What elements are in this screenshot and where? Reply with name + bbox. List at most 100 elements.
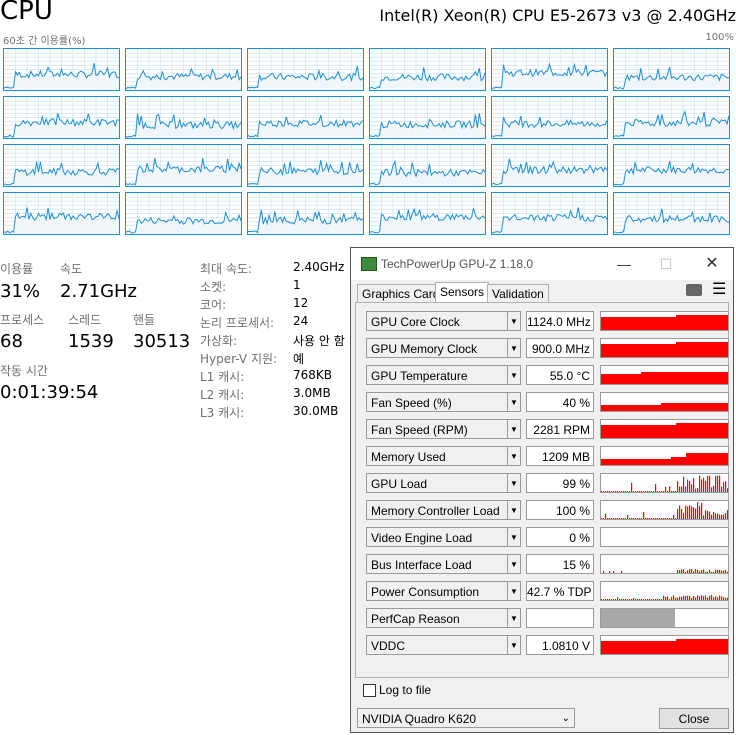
cpu-core-graph <box>3 48 120 91</box>
log-to-file-checkbox[interactable] <box>363 684 376 697</box>
sensor-name-dropdown[interactable]: GPU Load <box>366 473 508 493</box>
sensor-graph <box>600 419 729 439</box>
spec-label: 논리 프로세서: <box>200 316 275 330</box>
sensor-graph <box>600 365 729 385</box>
tab-sensors[interactable]: Sensors <box>435 282 490 304</box>
cpu-core-graph <box>491 96 608 139</box>
sensor-value: 900.0 MHz <box>526 338 594 358</box>
spec-value: 3.0MB <box>293 386 331 400</box>
cpu-core-graph <box>369 192 486 235</box>
chevron-down-icon[interactable]: ▼ <box>508 365 521 385</box>
chevron-down-icon[interactable]: ▼ <box>508 419 521 439</box>
chevron-down-icon[interactable]: ▼ <box>508 635 521 655</box>
spec-label: 최대 속도: <box>200 262 253 276</box>
chevron-down-icon[interactable]: ▼ <box>508 554 521 574</box>
sensor-name-dropdown[interactable]: VDDC <box>366 635 508 655</box>
spec-value: 사용 안 함 <box>293 334 345 348</box>
graph-max-label: 100% <box>705 32 734 43</box>
cpu-core-graph <box>3 144 120 187</box>
chevron-down-icon[interactable]: ▼ <box>508 311 521 331</box>
chevron-down-icon[interactable]: ▼ <box>508 581 521 601</box>
cpu-core-graph <box>613 96 730 139</box>
spec-label: 가상화: <box>200 334 238 348</box>
sensor-value <box>526 608 594 628</box>
spec-label: L3 캐시: <box>200 406 245 420</box>
sensor-graph <box>600 500 729 520</box>
chevron-down-icon[interactable]: ▼ <box>508 527 521 547</box>
sensor-name-dropdown[interactable]: Fan Speed (%) <box>366 392 508 412</box>
maximize-icon[interactable]: ☐ <box>651 254 681 274</box>
sensors-panel: GPU Core Clock ▼ 1124.0 MHz GPU Memory Cloc… <box>355 302 729 678</box>
chevron-down-icon[interactable]: ▼ <box>508 500 521 520</box>
sensor-name-dropdown[interactable]: Memory Controller Load <box>366 500 508 520</box>
close-icon[interactable]: ✕ <box>697 254 727 274</box>
sensor-name-dropdown[interactable]: Memory Used <box>366 446 508 466</box>
handles-value: 30513 <box>133 331 191 352</box>
sensor-value: 15 % <box>526 554 594 574</box>
sensor-row: Fan Speed (%) ▼ 40 % <box>366 392 729 414</box>
spec-value: 24 <box>293 314 309 328</box>
gpu-select[interactable]: NVIDIA Quadro K620 ⌄ <box>357 708 575 728</box>
sensor-name-dropdown[interactable]: GPU Core Clock <box>366 311 508 331</box>
chevron-down-icon[interactable]: ▼ <box>508 608 521 628</box>
sensor-name-dropdown[interactable]: Video Engine Load <box>366 527 508 547</box>
processes-value: 68 <box>0 331 23 352</box>
minimize-icon[interactable]: — <box>609 254 639 274</box>
page-title: CPU <box>0 0 53 26</box>
utilization-value: 31% <box>0 281 41 302</box>
gpuz-titlebar[interactable]: TechPowerUp GPU-Z 1.18.0 — ☐ ✕ <box>351 248 733 280</box>
tab-validation[interactable]: Validation <box>487 284 549 304</box>
cpu-core-graph <box>125 48 242 91</box>
sensor-value: 1124.0 MHz <box>526 311 594 331</box>
spec-label: L1 캐시: <box>200 370 245 384</box>
chevron-down-icon[interactable]: ▼ <box>508 392 521 412</box>
gpuz-app-icon <box>361 257 377 271</box>
threads-label: 스레드 <box>68 313 102 327</box>
sensor-value: 1.0810 V <box>526 635 594 655</box>
cpu-specs: 최대 속도: 2.40GHz 소켓: 1 코어: 12 논리 프로세서: 24 가상화: 사용 안… <box>200 260 352 420</box>
uptime-value: 0:01:39:54 <box>0 382 99 403</box>
cpu-core-graph <box>613 144 730 187</box>
sensor-graph <box>600 473 729 493</box>
sensor-row: Video Engine Load ▼ 0 % <box>366 527 729 549</box>
sensor-graph <box>600 446 729 466</box>
cpu-core-graph <box>247 144 364 187</box>
cpu-core-graph <box>247 192 364 235</box>
sensor-name-dropdown[interactable]: Bus Interface Load <box>366 554 508 574</box>
threads-value: 1539 <box>68 331 114 352</box>
spec-label: Hyper-V 지원: <box>200 352 278 366</box>
utilization-label: 이용률 <box>0 262 34 276</box>
menu-icon[interactable]: ☰ <box>712 282 726 298</box>
close-button[interactable]: Close <box>659 708 729 729</box>
sensor-name-dropdown[interactable]: Fan Speed (RPM) <box>366 419 508 439</box>
chevron-down-icon[interactable]: ▼ <box>508 473 521 493</box>
sensor-row: GPU Load ▼ 99 % <box>366 473 729 495</box>
sensor-value: 40 % <box>526 392 594 412</box>
chevron-down-icon[interactable]: ▼ <box>508 446 521 466</box>
sensor-row: GPU Temperature ▼ 55.0 °C <box>366 365 729 387</box>
graph-axis-label: 60초 간 이용률(%) <box>3 36 86 47</box>
sensor-row: Memory Used ▼ 1209 MB <box>366 446 729 468</box>
chevron-down-icon[interactable]: ▼ <box>508 338 521 358</box>
camera-icon[interactable] <box>686 284 702 296</box>
sensor-name-dropdown[interactable]: GPU Memory Clock <box>366 338 508 358</box>
sensor-name-dropdown[interactable]: Power Consumption <box>366 581 508 601</box>
sensor-row: Power Consumption ▼ 42.7 % TDP <box>366 581 729 603</box>
sensor-row: Fan Speed (RPM) ▼ 2281 RPM <box>366 419 729 441</box>
spec-label: 코어: <box>200 298 227 312</box>
sensor-name-dropdown[interactable]: PerfCap Reason <box>366 608 508 628</box>
cpu-core-graph <box>613 48 730 91</box>
tab-graphics-card[interactable]: Graphics Card <box>357 284 445 304</box>
cpu-core-graph <box>369 96 486 139</box>
spec-value: 30.0MB <box>293 404 339 418</box>
sensor-graph <box>600 527 729 547</box>
sensor-row: GPU Core Clock ▼ 1124.0 MHz <box>366 311 729 333</box>
sensor-name-dropdown[interactable]: GPU Temperature <box>366 365 508 385</box>
processes-label: 프로세스 <box>0 313 45 327</box>
spec-label: L2 캐시: <box>200 388 245 402</box>
sensor-graph <box>600 635 729 655</box>
cpu-core-graph <box>247 48 364 91</box>
sensor-graph <box>600 554 729 574</box>
sensor-value: 42.7 % TDP <box>526 581 594 601</box>
cpu-core-graph <box>491 48 608 91</box>
